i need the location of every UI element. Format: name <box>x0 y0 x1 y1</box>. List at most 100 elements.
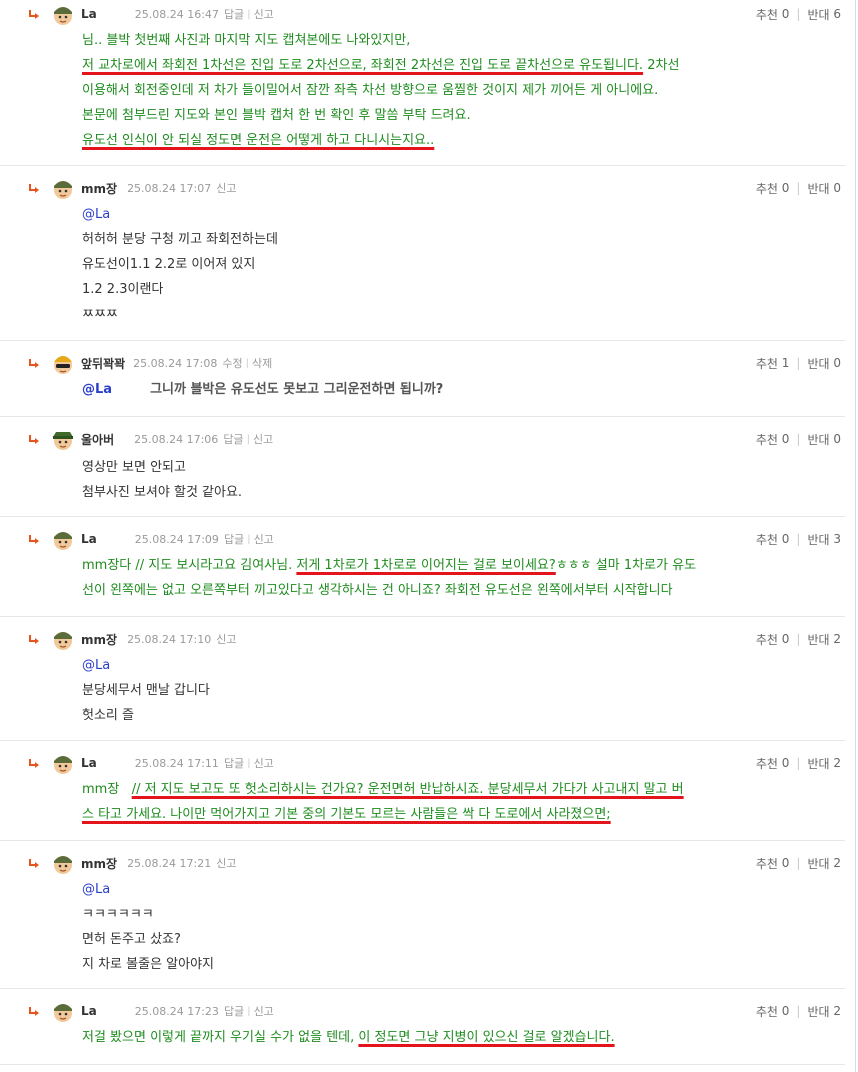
divider: | <box>796 181 801 195</box>
comment-item: La 25.08.24 17:11 답글 | 신고 추천 0 | 반대 2 mm… <box>0 749 845 841</box>
downvote-count: 0 <box>833 432 841 446</box>
report-link[interactable]: 신고 <box>216 180 236 196</box>
comment-body: mm장다 // 지도 보시라고요 김여사님. 저게 1차로가 1차로로 이어지는… <box>82 553 805 603</box>
comment-item: mm장 25.08.24 17:21 신고 추천 0 | 반대 2 @La ㅋㅋ… <box>0 849 845 989</box>
author-name[interactable]: La <box>81 756 97 770</box>
comment-line: 스 타고 가세요. 나이만 먹어가지고 기본 중의 기본도 모르는 사람들은 싹… <box>82 802 805 827</box>
author-name[interactable]: La <box>81 1004 97 1018</box>
divider: | <box>247 1005 251 1017</box>
comment-item: mm장 25.08.24 17:10 신고 추천 0 | 반대 2 @La 분당… <box>0 625 845 741</box>
mention-link[interactable]: @La <box>82 877 805 902</box>
divider: | <box>796 1004 801 1018</box>
avatar-icon <box>54 532 72 550</box>
author-name[interactable]: La <box>81 532 97 546</box>
upvote-label[interactable]: 추천 <box>756 431 778 448</box>
upvote-label[interactable]: 추천 <box>756 531 778 548</box>
timestamp: 25.08.24 16:47 <box>134 7 219 21</box>
report-link[interactable]: 신고 <box>253 431 273 447</box>
downvote-label[interactable]: 반대 <box>807 355 829 372</box>
comment-list: La 25.08.24 16:47 답글 | 신고 추천 0 | 반대 6 님.… <box>0 0 858 1072</box>
highlighted-text: 저 교차로에서 좌회전 1차선은 진입 도로 2차선으로, 좌회전 2차선은 진… <box>82 58 644 73</box>
mention-link[interactable]: @La <box>82 382 112 397</box>
comment-line: 분당세무서 맨날 갑니다 <box>82 683 210 698</box>
edit-link[interactable]: 수정 <box>222 355 242 371</box>
avatar-icon <box>54 632 72 650</box>
divider: | <box>245 357 249 369</box>
reply-arrow-icon <box>29 184 39 193</box>
reply-link[interactable]: 답글 <box>224 531 244 547</box>
comment-line: 저걸 봤으면 이렇게 끝까지 우기실 수가 없을 텐데, 이 정도면 그냥 지병… <box>82 1025 805 1050</box>
report-link[interactable]: 신고 <box>254 755 274 771</box>
downvote-count: 2 <box>833 856 841 870</box>
mention-link[interactable]: @La <box>82 653 805 678</box>
comment-item: mm장 25.08.24 17:07 신고 추천 0 | 반대 0 @La 허허… <box>0 174 845 341</box>
downvote-count: 3 <box>833 532 841 546</box>
upvote-label[interactable]: 추천 <box>756 180 778 197</box>
highlighted-text: // 저 지도 보고도 또 헛소리하시는 건가요? 운전면허 반납하시죠. 분당… <box>131 782 684 797</box>
upvote-label[interactable]: 추천 <box>756 755 778 772</box>
upvote-label[interactable]: 추천 <box>756 355 778 372</box>
downvote-label[interactable]: 반대 <box>807 1003 829 1020</box>
upvote-label[interactable]: 추천 <box>756 631 778 648</box>
reply-link[interactable]: 답글 <box>224 1003 244 1019</box>
scrollbar[interactable] <box>855 0 856 1072</box>
comment-body: 영상만 보면 안되고 첨부사진 보셔야 할것 같아요. <box>82 455 805 505</box>
report-link[interactable]: 신고 <box>216 855 236 871</box>
author-name[interactable]: mm장 <box>81 180 117 197</box>
downvote-label[interactable]: 반대 <box>807 180 829 197</box>
divider: | <box>796 856 801 870</box>
timestamp: 25.08.24 17:23 <box>134 1004 219 1018</box>
comment-line: 유도선이1.1 2.2로 이어져 있지 <box>82 257 256 272</box>
downvote-label[interactable]: 반대 <box>807 855 829 872</box>
upvote-count: 0 <box>781 1004 790 1018</box>
upvote-label[interactable]: 추천 <box>756 1003 778 1020</box>
divider: | <box>246 433 250 445</box>
comment-text: 그니까 블박은 유도선도 못보고 그리운전하면 됩니까? <box>150 382 444 397</box>
downvote-label[interactable]: 반대 <box>807 531 829 548</box>
upvote-count: 0 <box>781 181 790 195</box>
reply-link[interactable]: 답글 <box>223 431 243 447</box>
downvote-label[interactable]: 반대 <box>807 755 829 772</box>
report-link[interactable]: 신고 <box>254 531 274 547</box>
reply-link[interactable]: 답글 <box>224 6 244 22</box>
upvote-label[interactable]: 추천 <box>756 855 778 872</box>
author-name[interactable]: La <box>81 7 97 21</box>
author-name[interactable]: 울아버 <box>81 431 114 448</box>
reply-arrow-icon <box>29 635 39 644</box>
divider: | <box>796 532 801 546</box>
divider: | <box>247 533 251 545</box>
comment-body: @La 분당세무서 맨날 갑니다 헛소리 즐 <box>82 653 805 728</box>
report-link[interactable]: 신고 <box>216 631 236 647</box>
downvote-label[interactable]: 반대 <box>807 6 829 23</box>
reply-link[interactable]: 답글 <box>224 755 244 771</box>
comment-line: ㅉㅉㅉ <box>82 307 118 322</box>
downvote-count: 0 <box>833 356 841 370</box>
comment-line: ㅋㅋㅋㅋㅋㅋ <box>82 907 154 922</box>
reply-arrow-icon <box>29 535 39 544</box>
timestamp: 25.08.24 17:08 <box>133 356 218 370</box>
comment-line: 영상만 보면 안되고 <box>82 460 186 475</box>
comment-line: 유도선 인식이 안 되실 정도면 운전은 어떻게 하고 다니시는지요.. <box>82 128 805 153</box>
reply-arrow-icon <box>29 1007 39 1016</box>
comment-line: 님.. 블박 첫번째 사진과 마지막 지도 캡쳐본에도 나와있지만, <box>82 33 411 48</box>
report-link[interactable]: 신고 <box>254 1003 274 1019</box>
comment-body: 저걸 봤으면 이렇게 끝까지 우기실 수가 없을 텐데, 이 정도면 그냥 지병… <box>82 1025 805 1050</box>
timestamp: 25.08.24 17:07 <box>127 181 212 195</box>
divider: | <box>796 7 801 21</box>
timestamp: 25.08.24 17:21 <box>127 856 212 870</box>
downvote-count: 6 <box>833 7 841 21</box>
author-name[interactable]: 앞뒤꽉꽉 <box>81 355 125 372</box>
author-name[interactable]: mm장 <box>81 855 117 872</box>
downvote-label[interactable]: 반대 <box>807 631 829 648</box>
downvote-label[interactable]: 반대 <box>807 431 829 448</box>
upvote-label[interactable]: 추천 <box>756 6 778 23</box>
delete-link[interactable]: 삭제 <box>252 355 272 371</box>
avatar-icon <box>54 7 72 25</box>
report-link[interactable]: 신고 <box>254 6 274 22</box>
author-name[interactable]: mm장 <box>81 631 117 648</box>
comment-body: @La 그니까 블박은 유도선도 못보고 그리운전하면 됩니까? <box>82 377 805 402</box>
comment-item: La 25.08.24 16:47 답글 | 신고 추천 0 | 반대 6 님.… <box>0 0 845 166</box>
mention-link[interactable]: @La <box>82 202 805 227</box>
upvote-count: 1 <box>781 356 790 370</box>
upvote-count: 0 <box>781 856 790 870</box>
